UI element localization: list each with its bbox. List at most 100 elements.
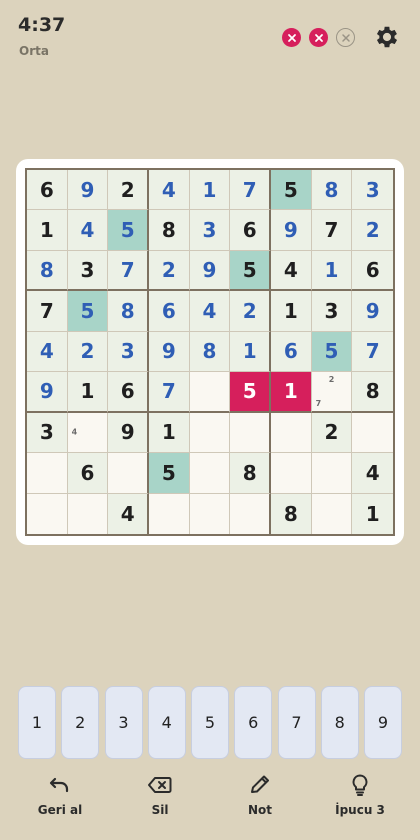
board-cell[interactable]: 6 <box>108 372 149 413</box>
board-cell[interactable]: 8 <box>230 453 271 494</box>
board-cell[interactable] <box>311 453 353 494</box>
number-key-1[interactable]: 1 <box>18 686 56 759</box>
board-cell[interactable] <box>149 493 190 534</box>
board-cell[interactable]: 2 <box>230 291 271 332</box>
board-cell[interactable] <box>108 453 149 494</box>
board-cell[interactable]: 6 <box>67 453 109 494</box>
notes-button[interactable]: Not <box>220 773 300 817</box>
board-cell[interactable]: 6 <box>271 331 312 373</box>
board-cell[interactable]: 6 <box>149 291 190 332</box>
board-cell[interactable]: 7 <box>311 210 353 251</box>
board-cell[interactable]: 8 <box>27 250 68 292</box>
board-cell[interactable]: 3 <box>27 412 68 454</box>
board-cell[interactable] <box>271 412 312 454</box>
board-cell[interactable]: 2 <box>108 170 149 211</box>
board-cell[interactable]: 1 <box>271 372 312 413</box>
board-cell[interactable]: 4 <box>67 412 109 454</box>
board-cell[interactable]: 1 <box>352 493 393 534</box>
board-cell[interactable]: 7 <box>352 331 393 373</box>
board-cell[interactable]: 9 <box>108 412 149 454</box>
board-cell[interactable]: 1 <box>149 412 190 454</box>
board-cell[interactable]: 5 <box>230 250 271 292</box>
board-cell[interactable]: 1 <box>271 291 312 332</box>
board-cell[interactable]: 1 <box>67 372 109 413</box>
board-cell[interactable]: 8 <box>108 291 149 332</box>
board-cell[interactable]: 9 <box>189 250 231 292</box>
board-cell[interactable]: 9 <box>27 372 68 413</box>
board-cell[interactable]: 4 <box>352 453 393 494</box>
board-cell[interactable]: 5 <box>149 453 190 494</box>
board-cell[interactable] <box>312 493 353 534</box>
board-cell[interactable]: 5 <box>230 372 271 413</box>
board-cell[interactable]: 3 <box>67 250 109 292</box>
board-cell[interactable]: 9 <box>271 210 312 251</box>
erase-button[interactable]: Sil <box>120 773 200 817</box>
board-cell[interactable]: 1 <box>189 170 231 211</box>
board-cell[interactable]: 2 <box>149 250 190 292</box>
board-cell[interactable]: 3 <box>352 170 393 211</box>
board-cell[interactable] <box>189 372 231 413</box>
board-cell[interactable]: 8 <box>352 372 393 413</box>
board-cell[interactable]: 2 <box>67 331 109 373</box>
board-cell[interactable]: 6 <box>27 170 68 211</box>
board-cell[interactable]: 4 <box>271 250 312 292</box>
board-cell[interactable]: 8 <box>311 170 353 211</box>
board-cell[interactable] <box>230 412 271 454</box>
board-cell[interactable]: 9 <box>149 331 190 373</box>
number-key-4[interactable]: 4 <box>147 686 186 759</box>
board-cell[interactable] <box>271 453 312 494</box>
board-cell[interactable]: 5 <box>311 331 353 373</box>
board-cell[interactable]: 4 <box>108 493 149 534</box>
board-cell[interactable]: 6 <box>352 250 393 292</box>
number-key-8[interactable]: 8 <box>320 686 359 759</box>
board-cell[interactable]: 5 <box>108 210 149 251</box>
board-cell[interactable]: 8 <box>149 210 190 251</box>
board-cell[interactable]: 7 <box>27 291 68 332</box>
hint-button[interactable]: İpucu 3 <box>320 773 400 817</box>
number-key-6[interactable]: 6 <box>234 686 273 759</box>
board-cell[interactable]: 9 <box>352 291 393 332</box>
board-cell[interactable]: 1 <box>230 331 271 373</box>
cell-digit: 9 <box>202 258 217 283</box>
board-cell[interactable]: 4 <box>27 331 68 373</box>
board-cell[interactable]: 4 <box>67 210 109 251</box>
board-cell[interactable]: 8 <box>189 331 231 373</box>
board-cell[interactable] <box>352 413 393 454</box>
undo-button[interactable]: Geri al <box>20 773 100 817</box>
board-cell[interactable]: 7 <box>149 372 190 413</box>
board-cell[interactable]: 3 <box>108 331 149 373</box>
board-cell[interactable] <box>27 453 68 494</box>
board-cell[interactable]: 7 <box>108 250 149 292</box>
board-cell[interactable]: 5 <box>67 291 109 332</box>
board-cell[interactable] <box>189 412 231 454</box>
board-cell[interactable]: 4 <box>149 170 190 211</box>
board-cell[interactable]: 7 <box>230 170 271 211</box>
board-cell[interactable]: 3 <box>311 291 353 332</box>
board-cell[interactable]: 5 <box>271 170 312 211</box>
cell-digit: 6 <box>80 460 95 485</box>
board-cell[interactable]: 1 <box>27 210 68 251</box>
board-cell[interactable]: 8 <box>271 493 312 534</box>
board-cell[interactable]: 2 <box>311 412 353 454</box>
board-cell[interactable]: 2 <box>352 210 393 251</box>
gear-icon[interactable] <box>373 23 401 51</box>
board-cell[interactable] <box>230 493 271 534</box>
number-key-9[interactable]: 9 <box>364 686 402 759</box>
cell-digit: 7 <box>365 339 380 364</box>
cell-digit: 5 <box>242 379 257 404</box>
board-cell[interactable]: 4 <box>189 291 231 332</box>
board-cell[interactable]: 27 <box>311 372 353 413</box>
cell-digit: 6 <box>242 218 257 243</box>
board-cell[interactable]: 1 <box>311 250 353 292</box>
number-key-3[interactable]: 3 <box>104 686 143 759</box>
board-cell[interactable]: 9 <box>67 170 109 211</box>
board-cell[interactable]: 6 <box>230 210 271 251</box>
board-cell[interactable] <box>27 493 68 534</box>
board-cell[interactable]: 3 <box>189 210 231 251</box>
number-key-5[interactable]: 5 <box>191 686 229 759</box>
board-cell[interactable] <box>68 493 109 534</box>
board-cell[interactable] <box>189 453 231 494</box>
number-key-7[interactable]: 7 <box>277 686 316 759</box>
board-cell[interactable] <box>190 493 231 534</box>
number-key-2[interactable]: 2 <box>61 686 100 759</box>
